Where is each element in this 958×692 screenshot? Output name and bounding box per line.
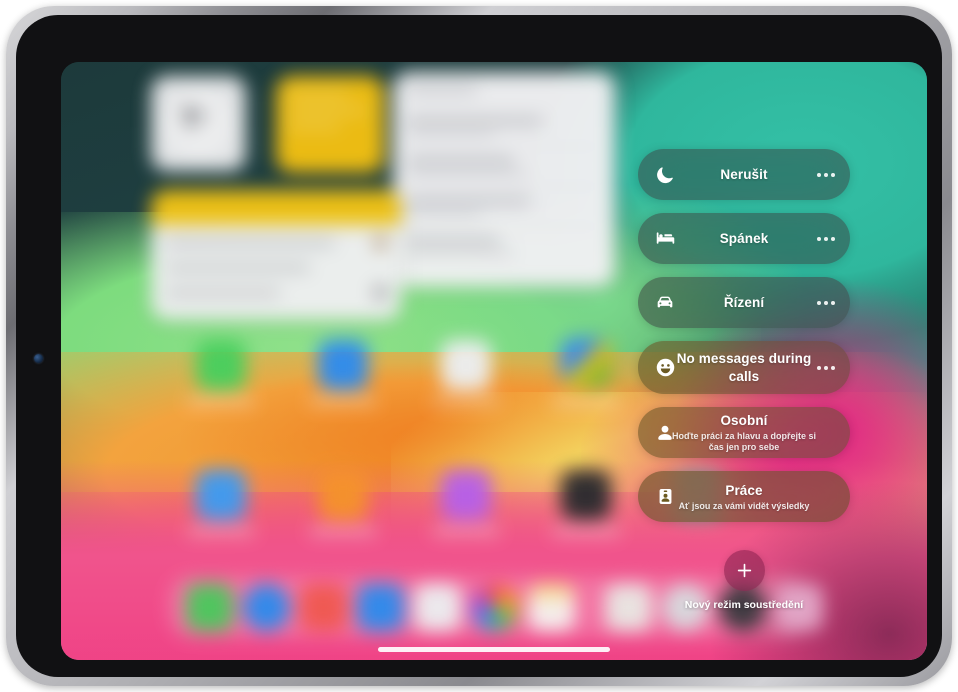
- focus-mode-title: Spánek: [719, 230, 769, 246]
- ipad-screen: Nerušit Spánek Řízení No messages during…: [61, 62, 927, 660]
- focus-mode-do-not-disturb[interactable]: Nerušit: [638, 149, 850, 200]
- focus-mode-subtitle: Ať jsou za vámi vidět výsledky: [678, 500, 810, 511]
- app-icon[interactable]: [196, 470, 246, 520]
- clock-widget[interactable]: [151, 76, 246, 171]
- reminder-item: [165, 240, 335, 246]
- dock-icon[interactable]: [300, 584, 347, 631]
- app-label: [309, 528, 377, 535]
- home-indicator[interactable]: [378, 647, 610, 652]
- ipad-device-frame: Nerušit Spánek Řízení No messages during…: [6, 6, 952, 686]
- reminder-item: [165, 265, 310, 271]
- reminders-widget[interactable]: [151, 190, 401, 320]
- reminder-avatar: [374, 236, 387, 249]
- new-focus-mode-group: Nový režim soustředění: [638, 550, 850, 611]
- mail-widget[interactable]: [393, 72, 615, 287]
- moon-icon: [654, 164, 676, 186]
- notes-widget[interactable]: [276, 76, 384, 173]
- focus-mode-personal[interactable]: Osobní Hoďte práci za hlavu a dopřejte s…: [638, 407, 850, 458]
- front-camera-dot: [34, 354, 43, 363]
- mail-row: [407, 232, 601, 266]
- ellipsis-icon[interactable]: [817, 172, 835, 177]
- mail-widget-header: [407, 86, 477, 93]
- ellipsis-icon[interactable]: [817, 365, 835, 370]
- app-icon[interactable]: [441, 340, 491, 390]
- smiley-icon: [654, 357, 676, 379]
- plus-icon: [737, 563, 751, 578]
- app-label: [187, 398, 255, 405]
- focus-mode-title: No messages during calls: [676, 350, 812, 384]
- focus-mode-panel: Nerušit Spánek Řízení No messages during…: [592, 90, 912, 620]
- app-label: [309, 398, 377, 405]
- note-line: [288, 124, 340, 129]
- add-focus-mode-label: Nový režim soustředění: [684, 599, 804, 611]
- reminders-header: [151, 190, 401, 225]
- person-icon: [654, 422, 676, 444]
- app-icon[interactable]: [441, 470, 491, 520]
- dock-icon[interactable]: [357, 584, 404, 631]
- focus-mode-sleep[interactable]: Spánek: [638, 213, 850, 264]
- screenshot-root: Nerušit Spánek Řízení No messages during…: [0, 0, 958, 692]
- reminder-item: [165, 290, 280, 296]
- mail-row: [407, 152, 601, 187]
- focus-mode-title: Řízení: [723, 294, 765, 310]
- focus-mode-no-messages-during-calls[interactable]: No messages during calls: [638, 341, 850, 394]
- dock-icon[interactable]: [414, 584, 461, 631]
- car-icon: [654, 292, 676, 314]
- clock-face: [163, 88, 234, 159]
- dock-icon[interactable]: [243, 584, 290, 631]
- dock-icon[interactable]: [471, 584, 518, 631]
- app-icon[interactable]: [318, 470, 368, 520]
- note-line: [288, 108, 366, 113]
- focus-mode-driving[interactable]: Řízení: [638, 277, 850, 328]
- focus-mode-work[interactable]: Práce Ať jsou za vámi vidět výsledky: [638, 471, 850, 522]
- dock-icon[interactable]: [528, 584, 575, 631]
- add-focus-mode-button[interactable]: [723, 550, 765, 591]
- focus-mode-title: Práce: [725, 482, 763, 498]
- focus-mode-title: Nerušit: [720, 166, 768, 182]
- app-label: [432, 528, 500, 535]
- app-icon[interactable]: [318, 340, 368, 390]
- focus-mode-title: Osobní: [720, 413, 768, 428]
- reminder-avatar: [374, 286, 387, 299]
- bed-icon: [654, 228, 676, 250]
- app-icon[interactable]: [196, 340, 246, 390]
- device-bezel: Nerušit Spánek Řízení No messages during…: [16, 15, 942, 677]
- app-label: [432, 398, 500, 405]
- mail-row: [407, 192, 601, 227]
- dock-icon[interactable]: [186, 584, 233, 631]
- mail-row: [407, 112, 601, 147]
- app-label: [187, 528, 255, 535]
- note-line: [288, 92, 348, 97]
- focus-mode-subtitle: Hoďte práci za hlavu a dopřejte si čas j…: [672, 431, 817, 452]
- ellipsis-icon[interactable]: [817, 300, 835, 305]
- ellipsis-icon[interactable]: [817, 236, 835, 241]
- id-badge-icon: [654, 486, 676, 508]
